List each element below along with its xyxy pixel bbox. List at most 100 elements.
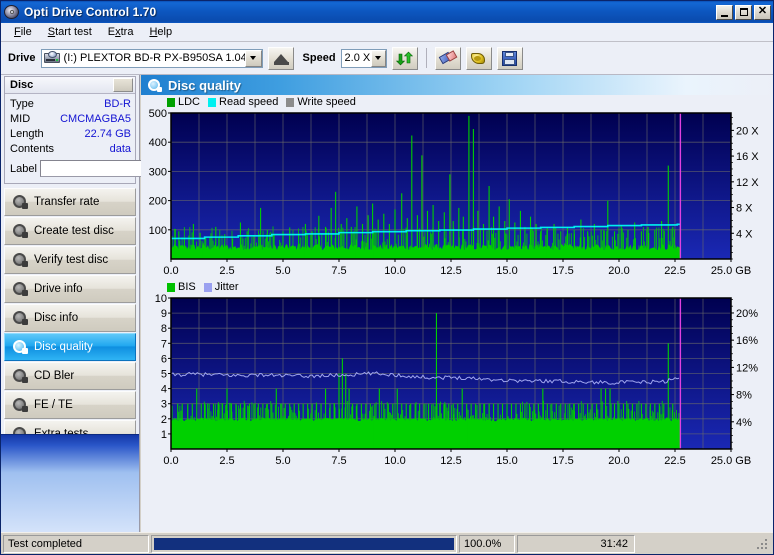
- svg-text:2: 2: [161, 414, 167, 426]
- menu-file-rest: ile: [20, 26, 32, 38]
- disc-ring-icon: [12, 398, 28, 412]
- resize-grip[interactable]: [755, 537, 769, 551]
- gold-seal-icon: [470, 51, 487, 65]
- window-controls: ✕: [716, 4, 771, 20]
- svg-text:20.0: 20.0: [608, 265, 629, 277]
- menu-start-test[interactable]: Start test: [40, 24, 100, 40]
- legend-read-speed: Read speed: [208, 96, 278, 108]
- disc-icon: [4, 4, 20, 20]
- svg-text:2.5: 2.5: [219, 455, 234, 467]
- nav-list: Transfer rate Create test disc Verify te…: [4, 188, 136, 448]
- disc-ring-icon: [12, 253, 28, 267]
- speed-chevron-down-icon[interactable]: [370, 49, 386, 67]
- disc-info-panel: Disc Type BD-R MID CMCMAGBA5 Length 22.7…: [4, 76, 242, 184]
- disc-panel-title: Disc: [10, 79, 34, 91]
- sidebar-item-verify-test-disc[interactable]: Verify test disc: [4, 246, 136, 274]
- sidebar-item-label: Disc quality: [34, 341, 93, 353]
- legend-jitter: Jitter: [203, 281, 239, 293]
- menu-file[interactable]: File: [6, 24, 40, 40]
- disc-label-row: Label: [10, 159, 242, 180]
- sidebar-item-disc-info[interactable]: Disc info: [4, 304, 136, 332]
- erase-button[interactable]: [434, 46, 461, 70]
- svg-text:22.5: 22.5: [664, 455, 685, 467]
- sidebar-item-cd-bler[interactable]: CD Bler: [4, 362, 136, 390]
- sidebar: Disc Type BD-R MID CMCMAGBA5 Length 22.7…: [1, 75, 242, 554]
- menu-help[interactable]: Help: [141, 24, 180, 40]
- disc-row-contents: Contents data: [10, 142, 131, 157]
- legend-ldc: LDC: [167, 96, 200, 108]
- disc-quality-icon: [147, 78, 162, 92]
- svg-text:0.0: 0.0: [163, 265, 178, 277]
- drive-select[interactable]: (I:) PLEXTOR BD-R PX-B950SA 1.04: [40, 48, 263, 68]
- sidebar-item-label: Disc info: [34, 312, 79, 324]
- legend-label-jitter: Jitter: [214, 281, 239, 293]
- application-window: Opti Drive Control 1.70 ✕ File Start tes…: [0, 0, 774, 555]
- status-filler: [637, 534, 753, 553]
- sidebar-item-label: Create test disc: [34, 225, 114, 237]
- disc-length-value: 22.74 GB: [84, 128, 131, 140]
- legend-label-write-speed: Write speed: [297, 96, 356, 108]
- sidebar-item-drive-info[interactable]: Drive info: [4, 275, 136, 303]
- elapsed-time: 31:42: [517, 534, 635, 553]
- bis-chart[interactable]: 10 9 8 7 6 5 4 3 2 1 20% 16% 12% 8% 4% 0.0 2.5 5.0 7.5 10.0…: [141, 294, 773, 469]
- menu-extra[interactable]: Extra: [100, 24, 142, 40]
- svg-text:20 X: 20 X: [736, 125, 759, 137]
- svg-text:0.0: 0.0: [163, 455, 178, 467]
- sidebar-item-label: CD Bler: [34, 370, 75, 382]
- menu-extra-rest: tra: [120, 26, 134, 38]
- disc-panel-header: Disc: [5, 77, 135, 94]
- body-area: Disc Type BD-R MID CMCMAGBA5 Length 22.7…: [1, 75, 773, 554]
- minimize-button[interactable]: [716, 4, 733, 20]
- legend-write-speed: Write speed: [286, 96, 356, 108]
- window-title: Opti Drive Control 1.70: [24, 5, 157, 19]
- disc-panel-collapse-button[interactable]: [113, 78, 133, 92]
- svg-text:9: 9: [161, 308, 167, 320]
- ldc-chart[interactable]: 500 400 300 200 100 20 X 16 X 12 X 8 X 4 X 0.0 2.5 5…: [141, 109, 773, 279]
- disc-type-value: BD-R: [104, 98, 131, 110]
- drive-label: Drive: [8, 52, 36, 64]
- legend-swatch-read-speed: [208, 97, 217, 107]
- svg-text:4 X: 4 X: [736, 228, 753, 240]
- svg-text:15.0: 15.0: [496, 265, 517, 277]
- refresh-button[interactable]: [391, 46, 418, 70]
- top-chart-legend: LDC Read speed Write speed: [141, 95, 773, 109]
- svg-text:12.5: 12.5: [440, 455, 461, 467]
- svg-text:500: 500: [149, 109, 167, 120]
- sidebar-item-disc-quality[interactable]: Disc quality: [4, 333, 136, 361]
- eject-button[interactable]: [267, 46, 294, 70]
- svg-text:100: 100: [149, 225, 167, 237]
- legend-bis: BIS: [167, 281, 196, 293]
- sidebar-item-transfer-rate[interactable]: Transfer rate: [4, 188, 136, 216]
- svg-text:8%: 8%: [736, 390, 752, 402]
- drive-icon: [43, 51, 61, 65]
- svg-text:17.5: 17.5: [552, 265, 573, 277]
- toolbar: Drive (I:) PLEXTOR BD-R PX-B950SA 1.04 S…: [1, 42, 773, 75]
- gold-seal-button[interactable]: [465, 46, 492, 70]
- svg-text:400: 400: [149, 137, 167, 149]
- svg-text:4: 4: [161, 384, 167, 396]
- svg-text:4%: 4%: [736, 417, 752, 429]
- svg-text:20%: 20%: [736, 308, 758, 320]
- status-bar: Test completed 100.0% 31:42: [1, 532, 773, 554]
- menu-help-rest: elp: [157, 26, 173, 38]
- sidebar-item-create-test-disc[interactable]: Create test disc: [4, 217, 136, 245]
- drive-select-value: (I:) PLEXTOR BD-R PX-B950SA 1.04: [63, 52, 245, 64]
- close-button[interactable]: ✕: [754, 4, 771, 20]
- save-button[interactable]: [496, 46, 523, 70]
- legend-label-ldc: LDC: [178, 96, 201, 108]
- disc-ring-icon: [12, 282, 28, 296]
- speed-label: Speed: [302, 52, 336, 64]
- legend-label-read-speed: Read speed: [219, 96, 279, 108]
- chevron-down-icon[interactable]: [244, 49, 262, 67]
- disc-ring-icon: [12, 369, 28, 383]
- sidebar-item-fe-te[interactable]: FE / TE: [4, 391, 136, 419]
- svg-text:2.5: 2.5: [219, 265, 234, 277]
- sidebar-item-label: Transfer rate: [34, 196, 100, 208]
- toolbar-separator: [425, 48, 427, 68]
- speed-select[interactable]: 2.0 X: [340, 48, 387, 68]
- maximize-button[interactable]: [735, 4, 752, 20]
- legend-swatch-bis: [167, 282, 175, 292]
- disc-mid-key: MID: [10, 113, 31, 125]
- disc-properties: Type BD-R MID CMCMAGBA5 Length 22.74 GB …: [5, 94, 242, 183]
- page-title: Disc quality: [141, 75, 773, 95]
